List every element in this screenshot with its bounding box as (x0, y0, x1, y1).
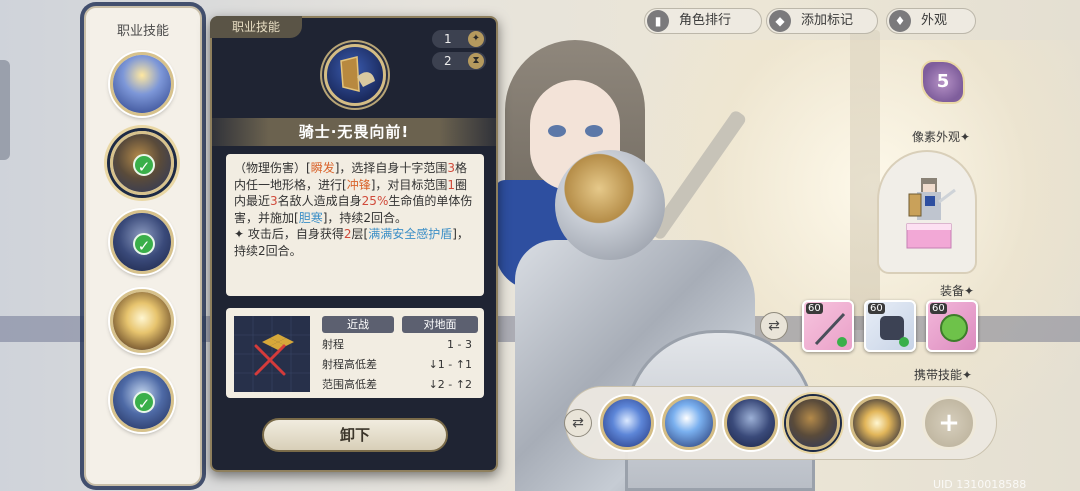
equipment-slot-accessory[interactable]: 60 (926, 300, 978, 352)
add-mark-button[interactable]: ◆ 添加标记 (766, 8, 878, 34)
desc-number: 3 (270, 194, 278, 208)
outfit-icon: ♦ (889, 10, 911, 32)
carried-skill-5[interactable] (850, 396, 904, 450)
class-skill-slot-3[interactable]: ✓ (110, 210, 174, 274)
holy-light-icon (113, 292, 171, 350)
compass-star-icon: ✦ (468, 31, 484, 47)
carried-skill-4[interactable] (786, 396, 840, 450)
class-skill-list: 职业技能 ✓ ✓ ✓ (84, 6, 202, 486)
keyword-charge[interactable]: 冲锋 (347, 178, 371, 192)
appearance-label: 外观 (921, 13, 948, 28)
keyword-instant[interactable]: 瞬发 (311, 161, 335, 175)
equipment-level: 60 (930, 303, 947, 314)
add-skill-button[interactable]: + (922, 396, 976, 450)
character-eye-right (585, 125, 603, 137)
carried-skill-2[interactable] (662, 396, 716, 450)
appearance-button[interactable]: ♦ 外观 (886, 8, 976, 34)
swap-arrows-icon[interactable]: ⇄ (564, 409, 592, 437)
class-skill-slot-1[interactable] (110, 52, 174, 116)
skill-cost-2-value: 2 (444, 54, 452, 68)
pixel-appearance-label: 像素外观✦ (912, 130, 971, 144)
stat-range-height-row: 射程高低差 ↓1 - ↑1 (322, 355, 478, 375)
character-pauldron (555, 150, 665, 260)
hourglass-icon: ⧗ (468, 53, 484, 69)
skill-category-tag: 职业技能 (210, 16, 302, 38)
stat-area-height-label: 范围高低差 (322, 378, 377, 391)
left-edge-handle[interactable] (0, 60, 10, 160)
skill-description: （物理伤害）[瞬发]，选择自身十字范围3格内任一地形格，进行[冲锋]，对目标范围… (226, 154, 484, 296)
desc-number: 25% (361, 194, 389, 208)
character-eye-left (548, 125, 566, 137)
stat-area-height-row: 范围高低差 ↓2 - ↑2 (322, 375, 478, 395)
desc-text: 层[ (351, 227, 369, 241)
user-id: UID 1310018588 (933, 478, 1027, 491)
equipped-check-icon: ✓ (133, 154, 155, 176)
equipment-level: 60 (868, 303, 885, 314)
desc-text: （物理伤害）[ (234, 161, 311, 175)
character-ranking-label: 角色排行 (679, 13, 732, 28)
desc-text: ]，持续2回合。 (322, 210, 408, 225)
stat-range-label: 射程 (322, 338, 344, 351)
carried-skill-3[interactable] (724, 396, 778, 450)
range-pattern-grid (234, 316, 310, 392)
pixel-appearance-card[interactable] (877, 150, 977, 274)
pixel-knight-sprite (901, 172, 957, 249)
rarity-level-badge: 5 (921, 60, 965, 104)
desc-number: 2 (343, 227, 352, 241)
tag-icon: ◆ (769, 10, 791, 32)
desc-text: ✦ 攻击后，自身获得 (234, 227, 344, 241)
keyword-shield[interactable]: 满满安全感护盾 (368, 227, 452, 241)
desc-number: 3 (447, 161, 456, 175)
character-ranking-button[interactable]: ▮ 角色排行 (644, 8, 762, 34)
unequip-button[interactable]: 卸下 (262, 418, 448, 452)
bar-chart-icon: ▮ (647, 10, 669, 32)
skill-name: 骑士·无畏向前! (212, 118, 496, 146)
skill-detail-panel: 职业技能 1 ✦ 2 ⧗ 骑士·无畏向前! （物理伤害）[瞬发]，选择自身十字范… (210, 16, 498, 472)
desc-text: ]，对目标范围 (370, 177, 448, 192)
desc-number: 1 (447, 177, 456, 192)
winged-knight-icon (113, 55, 171, 113)
swap-arrows-icon[interactable]: ⇄ (760, 312, 788, 340)
background-sword (850, 30, 880, 330)
skill-cost-1-value: 1 (444, 32, 452, 46)
equipment-slot-armor[interactable]: 60 (864, 300, 916, 352)
class-skill-title: 职业技能 (116, 24, 169, 39)
class-skill-slot-5[interactable]: ✓ (110, 368, 174, 432)
stat-range-row: 射程 1 - 3 (322, 335, 478, 355)
keyword-fear[interactable]: 胆寒 (299, 211, 323, 225)
equipment-slot-weapon[interactable]: 60 (802, 300, 854, 352)
class-skill-slot-2[interactable]: ✓ (110, 131, 174, 195)
shield-charge-icon (324, 44, 386, 106)
stat-ground-tag: 对地面 (402, 316, 478, 333)
skill-cost-2: 2 ⧗ (432, 52, 486, 70)
skill-stats: 近战 对地面 射程 1 - 3 射程高低差 ↓1 - ↑1 范围高低差 ↓2 -… (226, 308, 484, 398)
carried-skills-bar: ⇄ + (564, 386, 997, 460)
stat-range-value: 1 - 3 (447, 338, 472, 351)
equipment-level: 60 (806, 303, 823, 314)
desc-text: ]，选择自身十字范围 (334, 161, 448, 175)
stat-range-height-label: 射程高低差 (322, 358, 377, 371)
equipped-check-icon: ✓ (133, 233, 155, 255)
equipment-label: 装备✦ (940, 284, 975, 298)
carry-skills-label: 携带技能✦ (914, 368, 973, 382)
character-staff (648, 108, 748, 242)
add-mark-label: 添加标记 (801, 13, 854, 28)
carried-skill-1[interactable] (600, 396, 654, 450)
stat-area-height-value: ↓2 - ↑2 (428, 378, 472, 391)
skill-cost-1: 1 ✦ (432, 30, 486, 48)
stat-melee-tag: 近战 (322, 316, 394, 333)
desc-text: 名敌人造成自身 (277, 194, 362, 208)
class-skill-slot-4[interactable] (110, 289, 174, 353)
equipped-check-icon: ✓ (133, 391, 155, 413)
stat-range-height-value: ↓1 - ↑1 (428, 358, 472, 371)
